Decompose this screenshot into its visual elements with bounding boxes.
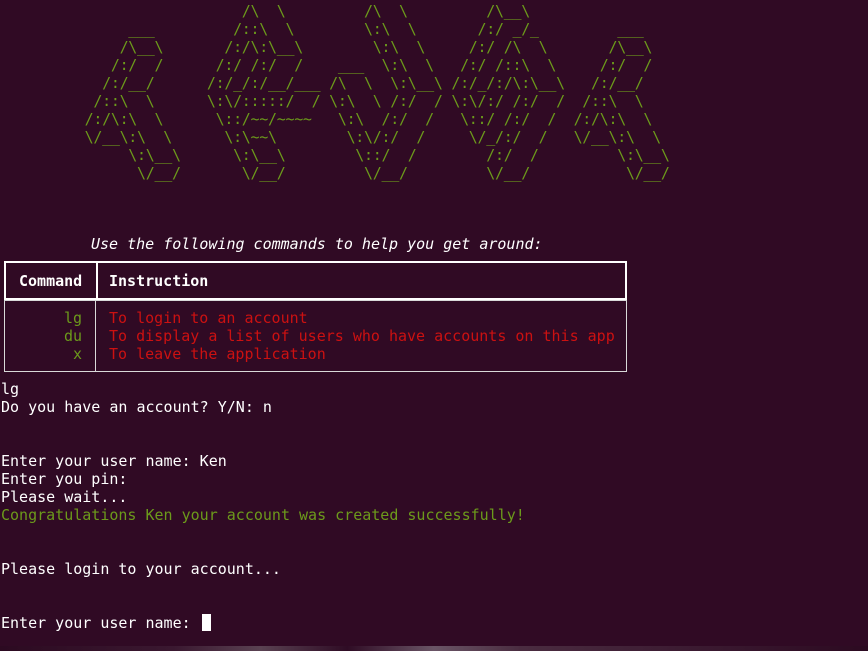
pin-prompt: Enter you pin: (1, 470, 128, 488)
commands-table: Command Instruction lg To login to an ac… (4, 261, 627, 372)
ascii-art-banner: /\ \ /\ \ /\__\ ___ /::\ \ \:\ \ /:/ _/_… (84, 2, 670, 182)
header-command: Command (19, 272, 83, 290)
login-prompt: Please login to your account... (1, 560, 281, 578)
header-divider (96, 263, 98, 298)
table-row: du To display a list of users who have a… (5, 327, 626, 345)
username-prompt: Enter your user name: (1, 614, 200, 632)
window-bottom-edge (0, 646, 868, 651)
terminal-window[interactable]: /\ \ /\ \ /\__\ ___ /::\ \ \:\ \ /:/ _/_… (0, 0, 868, 651)
active-input-line[interactable]: Enter your user name: (1, 614, 211, 632)
header-instruction: Instruction (109, 272, 209, 290)
account-prompt: Do you have an account? Y/N: n (1, 398, 272, 416)
command-description: To display a list of users who have acco… (109, 327, 615, 345)
help-subtitle: Use the following commands to help you g… (91, 235, 543, 253)
commands-table-body: lg To login to an account du To display … (4, 300, 627, 372)
input-echo-lg: lg (1, 380, 20, 398)
text-cursor[interactable] (201, 614, 211, 631)
command-key-lg: lg (63, 309, 82, 327)
command-description: To leave the application (109, 345, 326, 363)
command-key-du: du (63, 327, 82, 345)
please-wait-text: Please wait... (1, 488, 128, 506)
username-prompt-answered: Enter your user name: Ken (1, 452, 227, 470)
commands-table-header: Command Instruction (4, 261, 627, 300)
table-row: lg To login to an account (5, 309, 626, 327)
table-row: x To leave the application (5, 345, 626, 363)
command-description: To login to an account (109, 309, 308, 327)
command-key-x: x (72, 345, 82, 363)
success-message: Congratulations Ken your account was cre… (1, 506, 525, 524)
